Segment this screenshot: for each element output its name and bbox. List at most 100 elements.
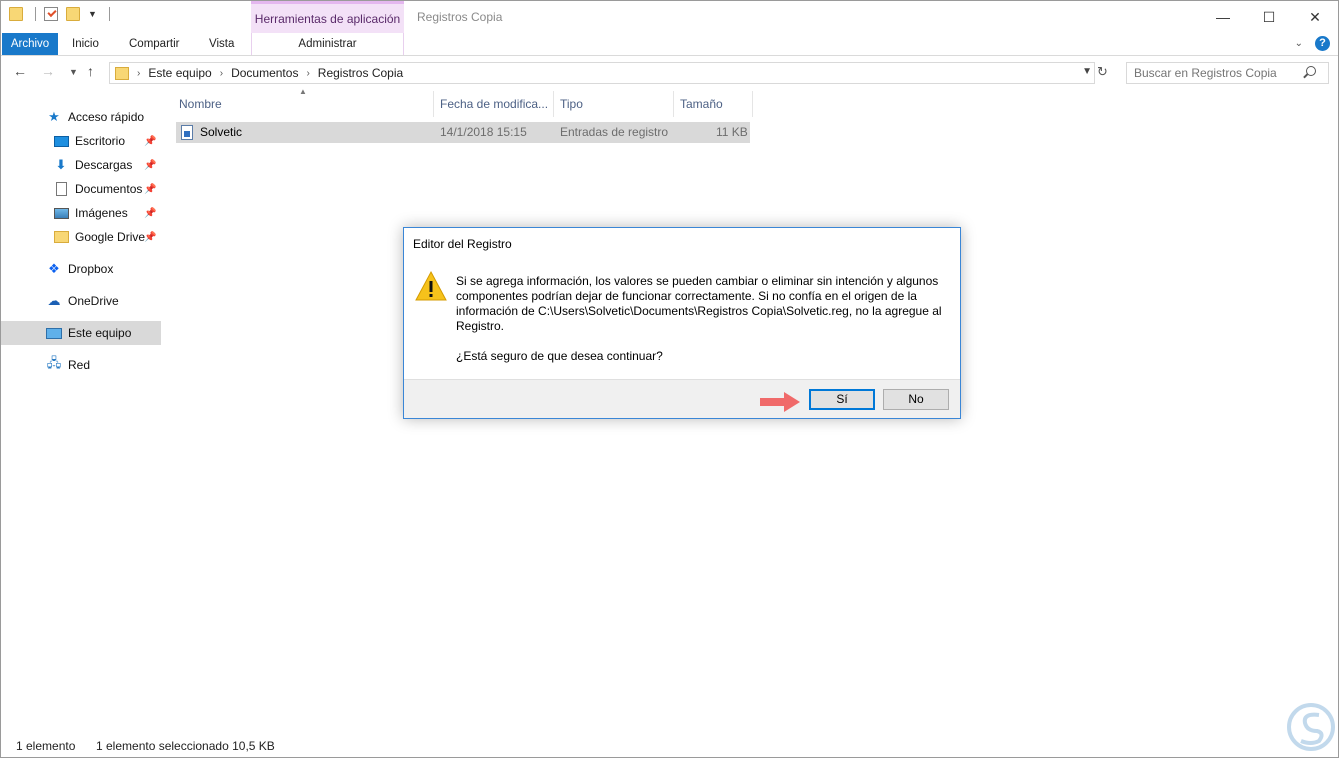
file-type: Entradas de registro [560, 125, 669, 139]
application-tools-tab: Herramientas de aplicación [251, 1, 404, 33]
column-divider[interactable] [433, 91, 434, 117]
column-header-name[interactable]: Nombre [179, 91, 222, 117]
maximize-button[interactable]: ☐ [1246, 1, 1292, 33]
star-icon: ★ [48, 109, 60, 124]
window-controls: — ☐ ✕ [1200, 1, 1338, 33]
tab-archivo[interactable]: Archivo [2, 33, 58, 55]
nav-imagenes[interactable]: Imágenes 📌 [1, 201, 161, 225]
folder-icon[interactable] [9, 7, 23, 21]
minimize-button[interactable]: — [1200, 1, 1246, 33]
nav-descargas[interactable]: ⬇ Descargas 📌 [1, 153, 161, 177]
quick-access-toolbar: ▼ [9, 7, 110, 21]
dialog-message: Si se agrega información, los valores se… [456, 274, 942, 333]
column-header-size[interactable]: Tamaño [680, 91, 723, 117]
file-explorer-window: ▼ Herramientas de aplicación Registros C… [0, 0, 1339, 758]
breadcrumb-chevron-icon[interactable]: › [220, 68, 223, 79]
column-header-type[interactable]: Tipo [560, 91, 583, 117]
nav-documentos[interactable]: Documentos 📌 [1, 177, 161, 201]
close-button[interactable]: ✕ [1292, 1, 1338, 33]
dialog-question: ¿Está seguro de que desea continuar? [456, 349, 663, 363]
pin-icon: 📌 [144, 231, 157, 243]
dialog-title: Editor del Registro [413, 237, 512, 251]
address-dropdown-icon[interactable]: ▼ [1082, 66, 1092, 77]
nav-item-label: Acceso rápido [68, 110, 145, 124]
warning-icon [415, 270, 447, 301]
navigation-pane: ★ Acceso rápido Escritorio 📌 ⬇ Descargas… [1, 105, 161, 377]
status-selection: 1 elemento seleccionado 10,5 KB [96, 739, 275, 753]
nav-item-label: Google Drive [75, 230, 146, 244]
nav-item-label: Descargas [75, 158, 133, 172]
tab-compartir[interactable]: Compartir [129, 33, 179, 55]
tab-administrar[interactable]: Administrar [251, 33, 404, 55]
help-icon[interactable]: ? [1315, 36, 1330, 51]
window-title: Registros Copia [417, 10, 503, 24]
cloud-icon: ☁ [47, 293, 61, 308]
dialog-footer: Sí No [404, 379, 960, 418]
breadcrumb-chevron-icon[interactable]: › [137, 68, 140, 79]
folder-icon [115, 66, 129, 80]
breadcrumb-este-equipo[interactable]: Este equipo [148, 66, 211, 80]
file-date: 14/1/2018 15:15 [440, 125, 527, 139]
nav-item-label: Imágenes [75, 206, 128, 220]
desktop-icon [53, 134, 69, 148]
nav-item-label: Este equipo [68, 326, 132, 340]
breadcrumb-registros-copia[interactable]: Registros Copia [318, 66, 403, 80]
breadcrumb-documentos[interactable]: Documentos [231, 66, 298, 80]
column-divider[interactable] [752, 91, 753, 117]
registry-editor-dialog: Editor del Registro Si se agrega informa… [403, 227, 961, 419]
properties-icon[interactable] [44, 7, 58, 21]
navigation-bar: ← → ▼ ↑ › Este equipo › Documentos › Reg… [1, 59, 1338, 87]
ribbon-right-controls: ⌄ ? [1295, 36, 1330, 51]
address-bar[interactable]: › Este equipo › Documentos › Registros C… [109, 62, 1095, 84]
pictures-icon [53, 206, 69, 220]
folder-icon [53, 230, 69, 244]
nav-item-label: Red [68, 358, 91, 372]
search-input[interactable] [1126, 62, 1329, 84]
pin-icon: 📌 [144, 135, 157, 147]
breadcrumb-chevron-icon[interactable]: › [306, 68, 309, 79]
tab-inicio[interactable]: Inicio [72, 33, 99, 55]
toolbar-divider [108, 7, 110, 21]
search-icon[interactable] [1306, 66, 1316, 76]
pin-icon: 📌 [144, 159, 157, 171]
recent-locations-icon[interactable]: ▼ [69, 67, 78, 77]
refresh-icon[interactable]: ↻ [1097, 64, 1108, 80]
file-size: 11 KB [716, 125, 748, 139]
column-header-date[interactable]: Fecha de modifica... [440, 91, 548, 117]
nav-onedrive[interactable]: ☁ OneDrive [1, 289, 161, 313]
new-folder-icon[interactable] [66, 7, 80, 21]
pointer-arrow-icon [760, 392, 800, 412]
nav-escritorio[interactable]: Escritorio 📌 [1, 129, 161, 153]
expand-ribbon-icon[interactable]: ⌄ [1295, 38, 1303, 49]
dropbox-icon: ❖ [48, 261, 60, 276]
download-icon: ⬇ [55, 157, 67, 172]
nav-item-label: OneDrive [68, 294, 119, 308]
up-arrow-icon[interactable]: ↑ [87, 63, 94, 79]
nav-este-equipo[interactable]: Este equipo [1, 321, 161, 345]
nav-red[interactable]: 🖧 Red [1, 353, 161, 377]
watermark-logo [1287, 703, 1335, 751]
pin-icon: 📌 [144, 183, 157, 195]
sort-ascending-icon: ▲ [299, 87, 307, 96]
no-button[interactable]: No [883, 389, 949, 410]
back-arrow-icon[interactable]: ← [13, 63, 27, 79]
yes-button[interactable]: Sí [809, 389, 875, 410]
status-item-count: 1 elemento [16, 739, 76, 753]
column-divider[interactable] [673, 91, 674, 117]
network-icon: 🖧 [46, 355, 62, 370]
nav-dropbox[interactable]: ❖ Dropbox [1, 257, 161, 281]
nav-item-label: Dropbox [68, 262, 114, 276]
nav-item-label: Documentos [75, 182, 143, 196]
computer-icon [46, 326, 62, 340]
ribbon-tabs: Archivo Inicio Compartir Vista Administr… [1, 33, 1338, 56]
customize-toolbar-icon[interactable]: ▼ [88, 9, 97, 19]
table-row[interactable]: Solvetic 14/1/2018 15:15 Entradas de reg… [176, 122, 750, 143]
nav-quick-access[interactable]: ★ Acceso rápido [1, 105, 161, 129]
title-bar: ▼ Herramientas de aplicación Registros C… [1, 1, 1338, 33]
column-divider[interactable] [553, 91, 554, 117]
nav-item-label: Escritorio [75, 134, 126, 148]
forward-arrow-icon[interactable]: → [41, 63, 55, 79]
nav-google-drive[interactable]: Google Drive 📌 [1, 225, 161, 249]
toolbar-divider [35, 7, 36, 21]
tab-vista[interactable]: Vista [209, 33, 234, 55]
